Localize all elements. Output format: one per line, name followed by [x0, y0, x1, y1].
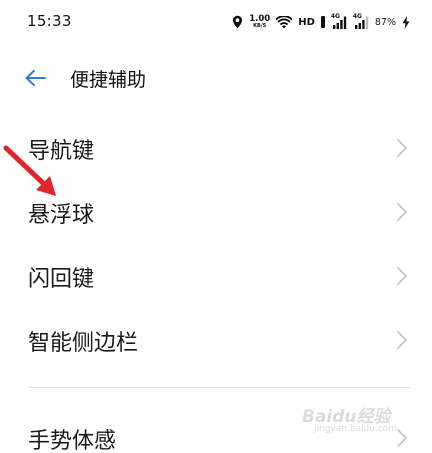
hd-label: HD: [298, 16, 315, 28]
network-speed: 1.00 KB/S: [249, 15, 270, 30]
battery-percent: 87%: [374, 16, 396, 28]
status-icons: 1.00 KB/S HD 4G 4G 87%: [232, 13, 410, 31]
arrow-left-icon: [25, 69, 46, 87]
back-button[interactable]: [22, 66, 48, 90]
section-divider: [28, 387, 410, 388]
signal-1: 4G: [330, 12, 347, 29]
network-speed-value: 1.00: [249, 13, 271, 24]
signal-1-tag: 4G: [330, 12, 340, 20]
hd-bar-icon: [320, 16, 325, 28]
status-time: 15:33: [27, 12, 72, 30]
chevron-right-icon: [397, 331, 407, 349]
chevron-right-icon: [397, 203, 407, 221]
location-icon: [233, 15, 243, 29]
status-bar: 15:33 1.00 KB/S HD 4G 4G 87%: [0, 0, 432, 44]
menu-item-label: 智能侧边栏: [28, 331, 139, 356]
signal-2: 4G: [352, 12, 369, 29]
menu-item-label: 手势体感: [28, 429, 117, 453]
menu-item-smart-sidebar[interactable]: 智能侧边栏: [0, 312, 432, 368]
page-header: 便捷辅助: [0, 58, 432, 98]
chevron-right-icon: [397, 267, 407, 285]
charging-icon: [402, 15, 410, 29]
network-speed-unit: KB/S: [253, 23, 267, 30]
signal-2-tag: 4G: [352, 12, 362, 20]
red-arrow-icon: [3, 145, 56, 196]
chevron-right-icon: [397, 139, 407, 157]
menu-item-flashback-key[interactable]: 闪回键: [0, 248, 432, 304]
wifi-icon: [276, 15, 293, 28]
menu-item-label: 闪回键: [28, 267, 95, 292]
page-title: 便捷辅助: [70, 69, 147, 91]
watermark-url: jingyan.baidu.com: [314, 424, 398, 434]
baidu-watermark: Baidu经验 jingyan.baidu.com: [302, 400, 422, 440]
